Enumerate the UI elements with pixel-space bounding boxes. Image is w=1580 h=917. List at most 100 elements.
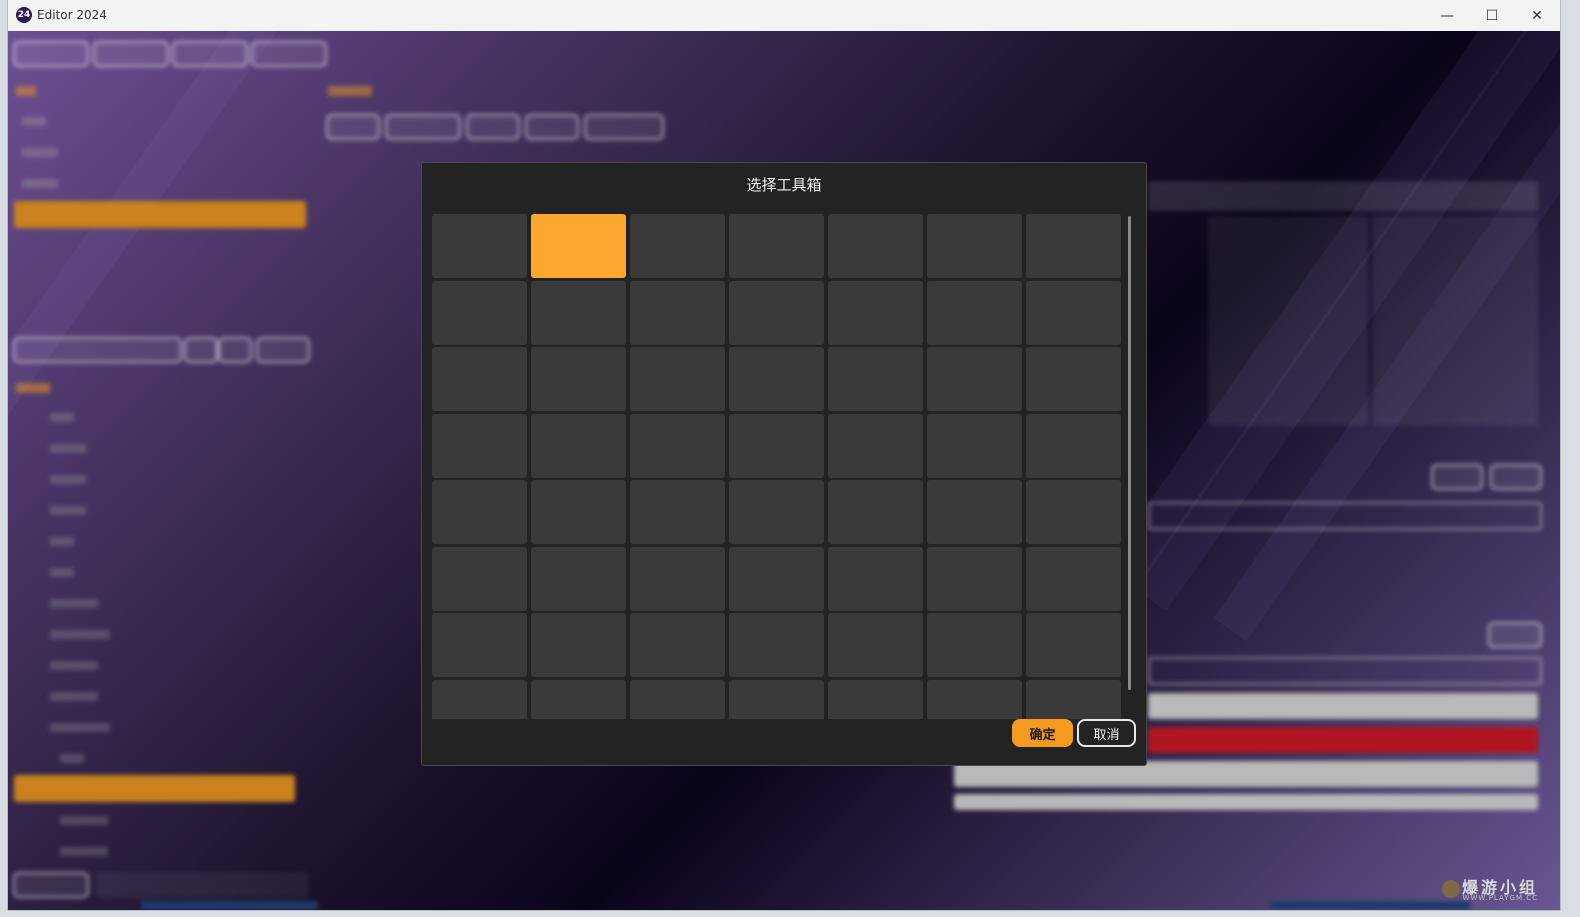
side-button (1488, 622, 1542, 648)
toolbox-slot[interactable] (828, 613, 923, 677)
tree-row (50, 506, 86, 515)
toolbox-slot[interactable] (729, 413, 824, 478)
maximize-icon[interactable]: ☐ (1469, 0, 1515, 31)
toolbox-slot[interactable] (729, 679, 824, 719)
toolbox-slot[interactable] (1026, 413, 1121, 478)
toolbox-slot[interactable] (729, 280, 824, 345)
minimize-icon[interactable]: — (1424, 0, 1470, 31)
cancel-button[interactable]: 取消 (1077, 719, 1136, 747)
right-dropdown (1148, 502, 1542, 530)
toolbox-slot[interactable] (531, 480, 626, 544)
close-icon[interactable]: ✕ (1514, 0, 1560, 31)
tree-row (50, 537, 74, 546)
toolbox-slot[interactable] (630, 613, 725, 677)
tree-row (50, 475, 86, 484)
toolbox-slot[interactable] (729, 347, 824, 411)
toolbox-slot[interactable] (729, 546, 824, 611)
toolbox-slot[interactable] (531, 679, 626, 719)
sidebar-row (22, 117, 46, 126)
toolbox-slot[interactable] (1026, 679, 1121, 719)
table-column (1208, 216, 1368, 426)
toolbox-slot[interactable] (531, 280, 626, 345)
section-header (16, 383, 50, 393)
toolbox-slot[interactable] (828, 413, 923, 478)
toolbox-slot[interactable] (1026, 347, 1121, 411)
watermark-url: WWW.PLAYGM.CC (1462, 894, 1538, 902)
toolbox-slot[interactable] (927, 413, 1022, 478)
toolbox-slot[interactable] (729, 480, 824, 544)
toolbox-slot[interactable] (630, 546, 725, 611)
filter-dropdown (13, 337, 182, 363)
toolbox-slot[interactable] (630, 280, 725, 345)
toolbox-slot[interactable] (927, 280, 1022, 345)
filter-button (256, 337, 310, 363)
app-logo-icon: 24 (16, 7, 32, 23)
toolbox-slot[interactable] (927, 480, 1022, 544)
toolbox-slot[interactable] (828, 214, 923, 278)
filter-button (218, 337, 252, 363)
toolbox-slot[interactable] (927, 613, 1022, 677)
toolbar-button (385, 114, 461, 140)
toolbox-slot[interactable] (630, 413, 725, 478)
tree-row (60, 754, 84, 763)
toolbox-dialog: 选择工具箱 确定 取消 (421, 162, 1147, 766)
section-header (328, 86, 372, 96)
window-title: Editor 2024 (37, 8, 107, 22)
toolbox-slot[interactable] (630, 480, 725, 544)
toolbar-button (525, 114, 579, 140)
toolbox-slot[interactable] (1026, 613, 1121, 677)
toolbar-button (466, 114, 520, 140)
ok-button[interactable]: 确定 (1012, 719, 1073, 747)
toolbox-slot[interactable] (927, 214, 1022, 278)
toolbox-slot[interactable] (1026, 546, 1121, 611)
bottom-dropdown (13, 872, 89, 898)
editor-window: 24 Editor 2024 — ☐ ✕ 选择工具箱 确定 取消 爆游小组 WW… (8, 0, 1560, 910)
menu-button (93, 41, 169, 67)
toolbox-slot[interactable] (927, 546, 1022, 611)
toolbox-slot[interactable] (927, 679, 1022, 719)
bottom-field (96, 872, 308, 898)
toolbox-slot[interactable] (432, 546, 527, 611)
toolbox-slot[interactable] (828, 480, 923, 544)
toolbox-slot[interactable] (432, 679, 527, 719)
toolbox-grid-viewport[interactable] (432, 214, 1125, 719)
toolbox-slot[interactable] (630, 214, 725, 278)
table-row (1148, 181, 1538, 211)
right-dropdown (1148, 657, 1542, 685)
filter-button (184, 337, 218, 363)
toolbox-slot[interactable] (828, 347, 923, 411)
tree-row (50, 630, 110, 639)
toolbox-slot[interactable] (828, 679, 923, 719)
tree-row (60, 847, 108, 856)
toolbox-slot[interactable] (531, 347, 626, 411)
sidebar-selected-row (14, 201, 306, 228)
toolbox-slot[interactable] (531, 546, 626, 611)
toolbox-slot[interactable] (1026, 480, 1121, 544)
toolbox-slot[interactable] (729, 214, 824, 278)
taskbar-strip (141, 901, 318, 910)
toolbox-slot[interactable] (828, 546, 923, 611)
toolbox-slot[interactable] (729, 613, 824, 677)
toolbox-slot[interactable] (927, 347, 1022, 411)
toolbox-slot[interactable] (432, 413, 527, 478)
toolbox-slot[interactable] (630, 679, 725, 719)
toolbox-slot[interactable] (432, 214, 527, 278)
toolbox-slot[interactable] (1026, 280, 1121, 345)
toolbox-slot[interactable] (432, 347, 527, 411)
menu-button (13, 41, 89, 67)
grid-scrollbar[interactable] (1128, 216, 1131, 690)
watermark-logo-icon (1442, 880, 1460, 898)
toolbox-slot[interactable] (828, 280, 923, 345)
toolbox-slot[interactable] (1026, 214, 1121, 278)
tree-row (50, 413, 74, 422)
toolbox-slot[interactable] (630, 347, 725, 411)
toolbox-slot[interactable] (432, 280, 527, 345)
toolbox-slot[interactable] (432, 613, 527, 677)
toolbox-slot[interactable] (432, 480, 527, 544)
toolbox-slot-selected[interactable] (531, 214, 626, 278)
section-header (16, 86, 36, 96)
title-bar[interactable]: 24 Editor 2024 — ☐ ✕ (8, 0, 1560, 31)
toolbox-slot[interactable] (531, 413, 626, 478)
property-bar (1148, 693, 1538, 719)
toolbox-slot[interactable] (531, 613, 626, 677)
